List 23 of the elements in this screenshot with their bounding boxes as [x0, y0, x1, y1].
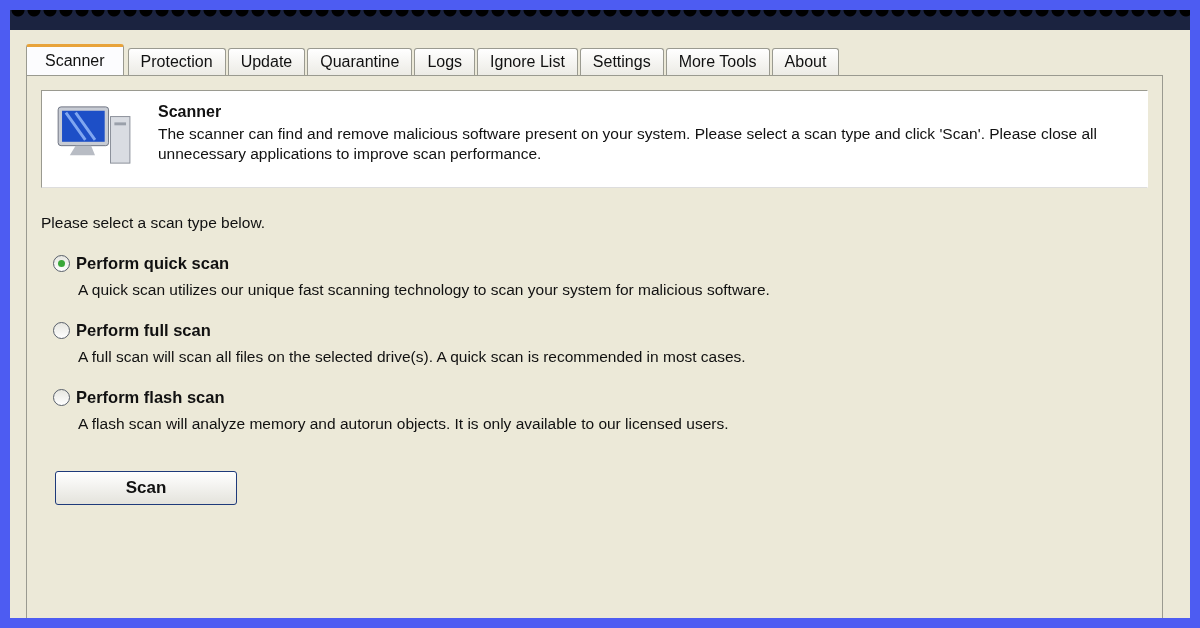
- tab[interactable]: Protection: [127, 48, 226, 75]
- tab[interactable]: Scanner: [26, 44, 124, 75]
- tab[interactable]: About: [771, 48, 840, 75]
- computer-icon: [56, 103, 134, 167]
- option-description: A quick scan utilizes our unique fast scanning technology to scan your system for malicious software.: [78, 281, 771, 299]
- tab[interactable]: Settings: [579, 48, 664, 75]
- option-label[interactable]: Perform quick scan: [76, 254, 230, 273]
- tab[interactable]: Ignore List: [477, 48, 578, 75]
- tab[interactable]: Logs: [414, 48, 476, 75]
- option-description: A full scan will scan all files on the selected drive(s). A quick scan is recommended in most cases.: [78, 348, 747, 366]
- radio-button[interactable]: [53, 255, 70, 272]
- header-title: Scanner: [158, 103, 223, 121]
- radio-button[interactable]: [53, 322, 70, 339]
- tab[interactable]: More Tools: [665, 48, 770, 75]
- option-label[interactable]: Perform full scan: [76, 321, 211, 340]
- tab[interactable]: Update: [227, 48, 306, 75]
- option-description: A flash scan will analyze memory and autorun objects. It is only available to our licensed users.: [78, 415, 730, 433]
- option-label[interactable]: Perform flash scan: [76, 388, 225, 407]
- tab[interactable]: Quarantine: [307, 48, 413, 75]
- header-description: The scanner can find and remove malicious software present on your system. Please select a scan type and click 'Scan'. Please close all unnecessary applications to improve scan performance.: [158, 124, 1098, 164]
- prompt-text: Please select a scan type below.: [41, 214, 267, 232]
- scan-button[interactable]: Scan: [55, 471, 237, 505]
- radio-button[interactable]: [53, 389, 70, 406]
